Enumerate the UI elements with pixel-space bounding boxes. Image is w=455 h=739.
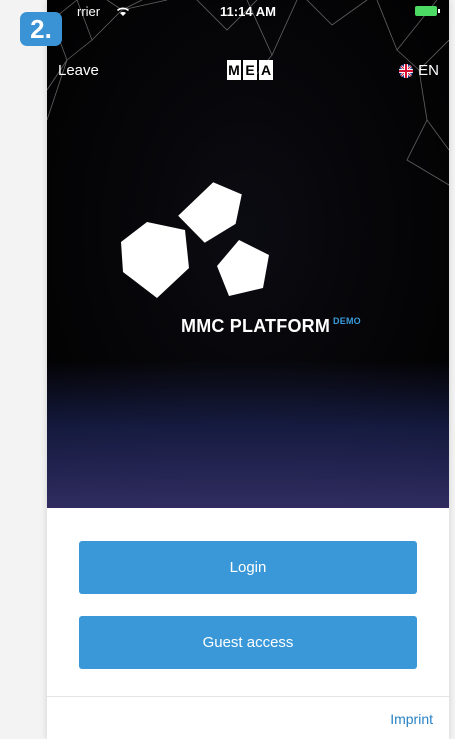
step-badge: 2. <box>20 12 62 46</box>
nav-bar: Leave M E A EN <box>47 58 449 88</box>
status-bar: rrier 11:14 AM <box>47 0 449 22</box>
login-button[interactable]: Login <box>79 541 417 594</box>
logo-letter: A <box>259 60 273 80</box>
platform-name: MMC PLATFORM <box>181 316 331 336</box>
imprint-link[interactable]: Imprint <box>390 711 433 727</box>
language-selector[interactable]: EN <box>399 62 439 79</box>
platform-title: MMC PLATFORM DEMO <box>181 316 361 337</box>
logo-letter: M <box>227 60 241 80</box>
demo-tag: DEMO <box>333 316 361 326</box>
battery-icon <box>415 6 440 16</box>
uk-flag-icon <box>399 63 414 78</box>
phone-screen: MMC PLATFORM DEMO rrier 11:14 AM Leave M … <box>47 0 449 739</box>
hero-background: MMC PLATFORM DEMO rrier 11:14 AM Leave M … <box>47 0 449 508</box>
stage-lights-image <box>47 360 449 508</box>
leave-button[interactable]: Leave <box>58 62 99 79</box>
logo-letter: E <box>243 60 257 80</box>
footer-divider <box>47 696 449 697</box>
mea-logo: M E A <box>227 60 273 82</box>
wireframe-decoration <box>47 0 449 186</box>
clock: 11:14 AM <box>220 4 276 19</box>
language-label: EN <box>418 62 439 79</box>
platform-logo-icon <box>121 182 269 298</box>
guest-access-button[interactable]: Guest access <box>79 616 417 669</box>
